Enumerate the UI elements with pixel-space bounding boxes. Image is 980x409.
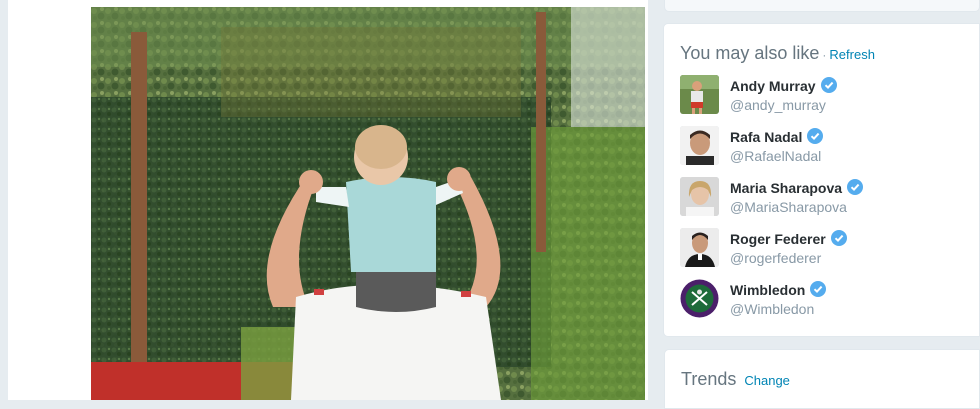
- rafa-nadal-avatar-image: [680, 126, 719, 165]
- user-card-rafa-nadal[interactable]: Rafa Nadal @RafaelNadal: [680, 126, 970, 166]
- verified-badge-icon: [830, 230, 847, 246]
- user-name[interactable]: Rafa Nadal: [730, 128, 824, 145]
- andy-murray-avatar-image: [680, 75, 719, 114]
- user-handle[interactable]: @andy_murray: [730, 97, 826, 113]
- user-name-text[interactable]: Maria Sharapova: [730, 180, 842, 196]
- andy-murray-avatar[interactable]: [680, 75, 719, 114]
- user-handle[interactable]: @RafaelNadal: [730, 148, 821, 164]
- user-handle[interactable]: @rogerfederer: [730, 250, 821, 266]
- change-trends-link[interactable]: Change: [744, 373, 790, 388]
- refresh-link[interactable]: Refresh: [829, 47, 875, 62]
- header-separator: ·: [822, 48, 827, 62]
- trends-module: Trends Change: [664, 349, 980, 409]
- wimbledon-logo-image: [680, 279, 719, 318]
- maria-sharapova-avatar-image: [680, 177, 719, 216]
- trends-title: Trends: [681, 369, 737, 389]
- verified-badge-icon: [810, 281, 827, 297]
- verified-badge-icon: [847, 179, 864, 195]
- user-card-maria-sharapova[interactable]: Maria Sharapova @MariaSharapova: [680, 177, 970, 217]
- user-name[interactable]: Wimbledon: [730, 281, 827, 298]
- wimbledon-logo-avatar[interactable]: [680, 279, 719, 318]
- verified-badge-icon: [807, 128, 824, 144]
- top-sidebar-card: [664, 0, 980, 12]
- who-to-follow-title: You may also like: [680, 43, 820, 63]
- user-name-text[interactable]: Wimbledon: [730, 282, 805, 298]
- trends-header: Trends Change: [681, 369, 790, 390]
- photo-illustration: [91, 7, 645, 400]
- maria-sharapova-avatar[interactable]: [680, 177, 719, 216]
- who-to-follow-module: You may also like · Refresh Andy Murray @a…: [663, 23, 980, 337]
- roger-federer-avatar-image: [680, 228, 719, 267]
- user-handle[interactable]: @Wimbledon: [730, 301, 814, 317]
- verified-badge-icon: [820, 77, 837, 93]
- user-name[interactable]: Roger Federer: [730, 230, 847, 247]
- user-name-text[interactable]: Andy Murray: [730, 78, 816, 94]
- tweet-photo[interactable]: [91, 7, 645, 400]
- tweet-media-card: [8, 0, 648, 400]
- who-to-follow-header: You may also like · Refresh: [680, 43, 875, 64]
- user-name-text[interactable]: Rafa Nadal: [730, 129, 802, 145]
- user-name-text[interactable]: Roger Federer: [730, 231, 826, 247]
- user-card-andy-murray[interactable]: Andy Murray @andy_murray: [680, 75, 970, 115]
- roger-federer-avatar[interactable]: [680, 228, 719, 267]
- user-name[interactable]: Maria Sharapova: [730, 179, 864, 196]
- user-card-roger-federer[interactable]: Roger Federer @rogerfederer: [680, 228, 970, 268]
- user-card-wimbledon[interactable]: Wimbledon @Wimbledon: [680, 279, 970, 319]
- user-name[interactable]: Andy Murray: [730, 77, 837, 94]
- rafa-nadal-avatar[interactable]: [680, 126, 719, 165]
- user-handle[interactable]: @MariaSharapova: [730, 199, 847, 215]
